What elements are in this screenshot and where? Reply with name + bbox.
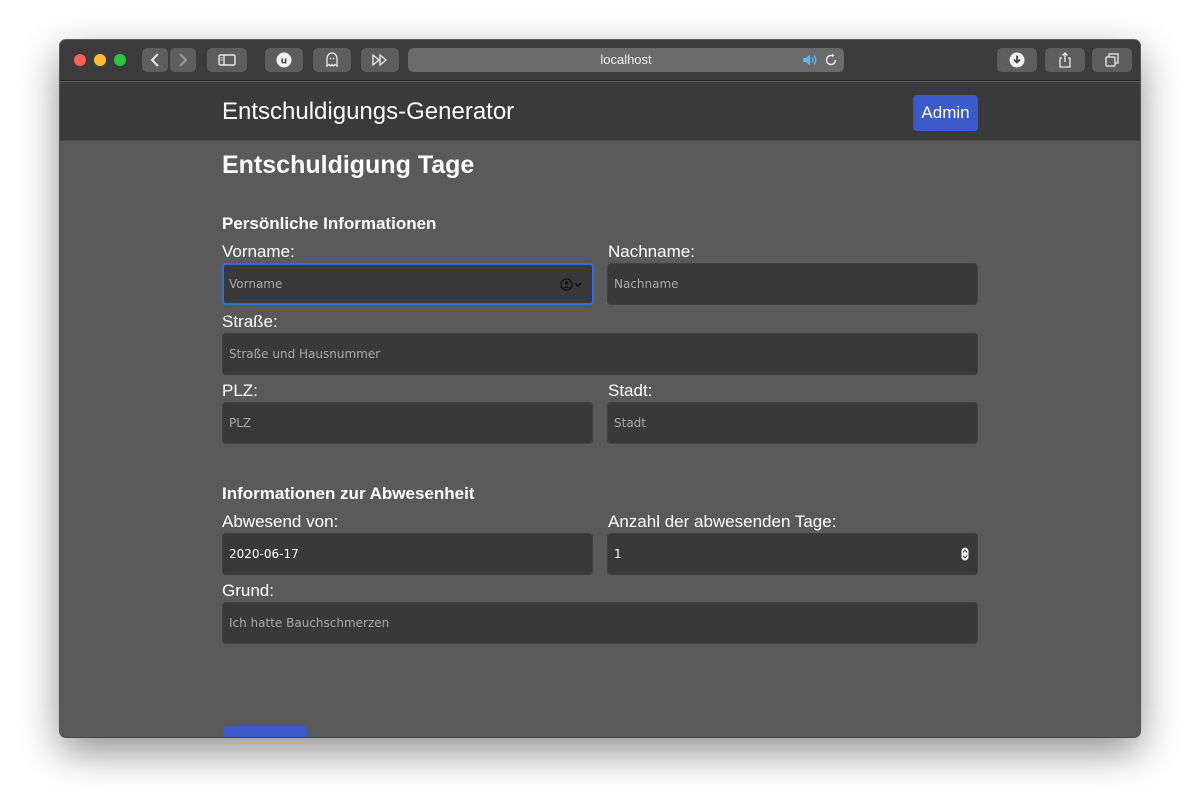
tabs-icon <box>1105 53 1119 67</box>
fast-forward-extension-button[interactable] <box>361 48 399 72</box>
von-label: Abwesend von: <box>222 512 339 531</box>
sidebar-icon <box>218 54 236 66</box>
plz-label: PLZ: <box>222 381 258 400</box>
ghostery-icon <box>326 52 338 68</box>
vorname-input[interactable]: Vorname <box>222 263 594 305</box>
address-bar[interactable]: localhost <box>408 48 844 72</box>
brand-title[interactable]: Entschuldigungs-Generator <box>222 98 514 126</box>
contact-autofill-icon[interactable] <box>560 278 586 291</box>
anzahl-tage-value: 1 <box>614 547 622 561</box>
svg-text:u: u <box>281 57 287 67</box>
strasse-placeholder: Straße und Hausnummer <box>229 347 381 361</box>
page-title: Entschuldigung Tage <box>222 151 475 179</box>
url-text: localhost <box>600 52 652 67</box>
sidebar-button[interactable] <box>207 48 247 72</box>
stadt-input[interactable]: Stadt <box>607 402 978 444</box>
grund-placeholder: Ich hatte Bauchschmerzen <box>229 616 390 630</box>
vorname-label: Vorname: <box>222 242 295 261</box>
abwesend-von-input[interactable]: 2020-06-17 <box>222 533 593 575</box>
maximize-window-button[interactable] <box>114 54 126 66</box>
close-window-button[interactable] <box>74 54 86 66</box>
speaker-icon[interactable] <box>802 53 818 67</box>
personal-section-title: Persönliche Informationen <box>222 214 437 233</box>
browser-toolbar: u localhost <box>60 40 1140 81</box>
stadt-label: Stadt: <box>608 381 653 400</box>
ghostery-extension-button[interactable] <box>313 48 351 72</box>
nachname-placeholder: Nachname <box>614 277 679 291</box>
ublock-extension-button[interactable]: u <box>265 48 303 72</box>
grund-input[interactable]: Ich hatte Bauchschmerzen <box>222 602 978 644</box>
forward-icon <box>179 53 188 67</box>
plz-input[interactable]: PLZ <box>222 402 593 444</box>
tab-overview-button[interactable] <box>1092 48 1132 72</box>
download-icon <box>1009 52 1025 68</box>
anzahl-tage-input[interactable]: 1 <box>607 533 978 575</box>
tage-label: Anzahl der abwesenden Tage: <box>608 512 837 531</box>
navbar: Entschuldigungs-Generator Admin <box>60 82 1140 141</box>
back-icon <box>150 53 159 67</box>
share-icon <box>1059 52 1071 68</box>
strasse-label: Straße: <box>222 312 278 331</box>
strasse-input[interactable]: Straße und Hausnummer <box>222 333 978 375</box>
reload-icon[interactable] <box>824 53 838 67</box>
stadt-placeholder: Stadt <box>614 416 646 430</box>
fast-forward-icon <box>372 54 388 66</box>
ublock-icon: u <box>276 52 292 68</box>
admin-button[interactable]: Admin <box>913 95 978 131</box>
stepper-icon[interactable] <box>961 547 969 561</box>
downloads-button[interactable] <box>997 48 1037 72</box>
back-button[interactable] <box>142 48 168 72</box>
plz-placeholder: PLZ <box>229 416 252 430</box>
minimize-window-button[interactable] <box>94 54 106 66</box>
vorname-placeholder: Vorname <box>229 277 283 291</box>
nachname-input[interactable]: Nachname <box>607 263 978 305</box>
erstellen-button[interactable]: Erstellen <box>223 726 307 737</box>
grund-label: Grund: <box>222 581 274 600</box>
browser-window: u localhost Entschuldigungs-Generator Ad… <box>60 40 1140 737</box>
absence-section-title: Informationen zur Abwesenheit <box>222 484 475 503</box>
nachname-label: Nachname: <box>608 242 695 261</box>
forward-button[interactable] <box>170 48 196 72</box>
share-button[interactable] <box>1045 48 1085 72</box>
main-content: Entschuldigung Tage Persönliche Informat… <box>60 142 1140 737</box>
abwesend-von-value: 2020-06-17 <box>229 547 299 561</box>
